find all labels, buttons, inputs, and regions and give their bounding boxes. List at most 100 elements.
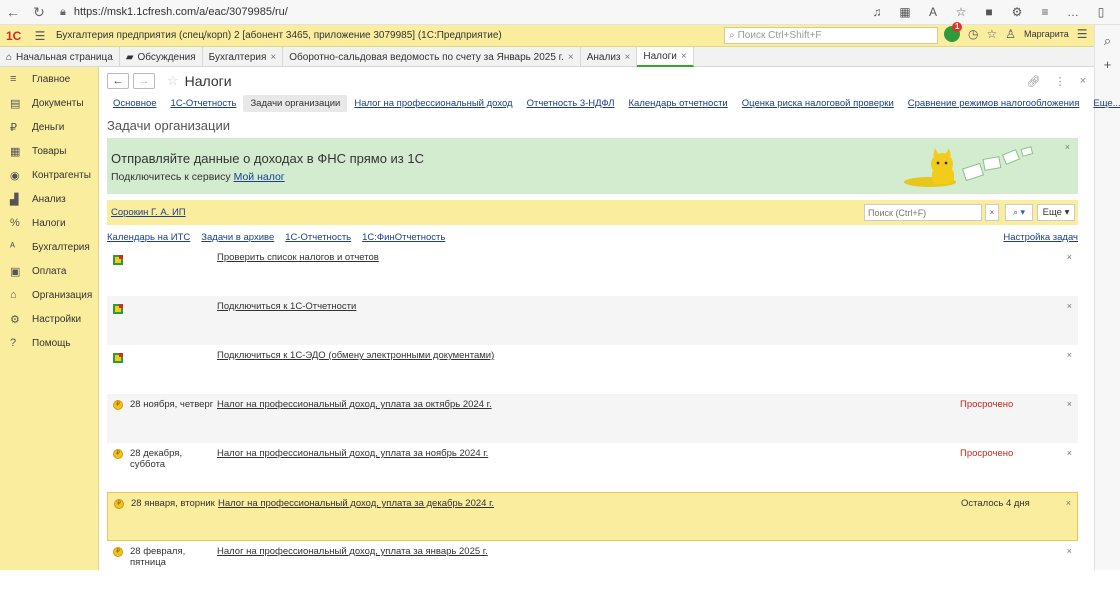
task-search-input[interactable] <box>864 204 982 221</box>
coin-icon: ₽ <box>113 547 123 557</box>
search-button[interactable]: ⌕ ▾ <box>1005 204 1033 221</box>
sidebar-item-goods[interactable]: ▦ Товары <box>0 139 98 163</box>
grid-icon[interactable]: ▦ <box>894 5 916 19</box>
close-icon[interactable]: × <box>568 52 574 63</box>
close-icon[interactable]: × <box>1066 498 1071 508</box>
task-link[interactable]: Налог на профессиональный доход, уплата … <box>217 399 492 410</box>
sidebar-item-payment[interactable]: ▣ Оплата <box>0 259 98 283</box>
page-title: Налоги <box>184 73 232 89</box>
subnav-org-tasks[interactable]: Задачи организации <box>243 95 348 112</box>
close-icon[interactable]: × <box>1067 448 1072 458</box>
sidebar-item-label: Оплата <box>32 265 67 277</box>
more-icon[interactable]: … <box>1062 5 1084 19</box>
user-icon[interactable]: ♙ <box>1005 27 1016 41</box>
tab-taxes[interactable]: Налоги × <box>637 47 694 67</box>
puzzle-icon[interactable]: ⚙ <box>1006 5 1028 19</box>
quick-links: Календарь на ИТС Задачи в архиве 1С-Отче… <box>107 232 1078 243</box>
task-link[interactable]: Налог на профессиональный доход, уплата … <box>217 546 488 557</box>
tab-home[interactable]: ⌂ Начальная страница <box>0 47 120 67</box>
subnav-calendar[interactable]: Календарь отчетности <box>622 95 735 112</box>
plus-icon[interactable]: + <box>1095 57 1120 72</box>
sidebar-toggle-icon[interactable]: ▯ <box>1090 5 1112 19</box>
forward-button[interactable]: → <box>133 73 155 89</box>
read-aloud-icon[interactable]: A <box>922 5 944 19</box>
task-link[interactable]: Проверить список налогов и отчетов <box>217 252 379 263</box>
task-link[interactable]: Налог на профессиональный доход, уплата … <box>218 498 494 509</box>
close-icon[interactable]: × <box>1067 301 1072 311</box>
tab-discussions[interactable]: ▰ Обсуждения <box>120 47 203 67</box>
global-search-input[interactable]: ⌕ Поиск Ctrl+Shift+F <box>724 27 938 44</box>
subnav-compare-regimes[interactable]: Сравнение режимов налогообложения <box>901 95 1087 112</box>
sidebar-item-accounting[interactable]: ᴬ Бухгалтерия <box>0 235 98 259</box>
close-icon[interactable]: × <box>1067 546 1072 556</box>
close-icon[interactable]: × <box>625 52 631 63</box>
clear-search-button[interactable]: × <box>985 204 999 221</box>
calendar-its-link[interactable]: Календарь на ИТС <box>107 232 190 243</box>
more-vertical-icon[interactable]: ⋮ <box>1055 75 1066 88</box>
favorite-star-icon[interactable]: ☆ <box>167 73 179 89</box>
favorite-icon[interactable]: ☆ <box>950 5 972 19</box>
reload-icon[interactable]: ↻ <box>26 4 52 21</box>
more-actions-button[interactable]: Еще ▾ <box>1037 204 1075 221</box>
tab-accounting[interactable]: Бухгалтерия × <box>203 47 284 67</box>
tab-label: Оборотно-сальдовая ведомость по счету за… <box>289 51 564 63</box>
app-title: Бухгалтерия предприятия (спец/корп) 2 [а… <box>56 30 502 41</box>
subnav-more[interactable]: Еще... ▾ <box>1086 95 1120 112</box>
notification-count: 1 <box>952 22 963 32</box>
archive-tasks-link[interactable]: Задачи в архиве <box>201 232 274 243</box>
tab-analysis[interactable]: Анализ × <box>581 47 638 67</box>
history-icon[interactable]: ◷ <box>968 27 978 41</box>
back-icon[interactable]: ← <box>0 4 26 20</box>
task-settings-link[interactable]: Настройка задач <box>1003 232 1078 243</box>
bell-icon[interactable]: ♫ <box>866 5 888 19</box>
close-icon[interactable]: × <box>1067 399 1072 409</box>
subnav-risk[interactable]: Оценка риска налоговой проверки <box>735 95 901 112</box>
task-link[interactable]: Подключиться к 1С-Отчетности <box>217 301 356 312</box>
sidebar-item-label: Главное <box>32 73 71 85</box>
sidebar-item-settings[interactable]: ⚙ Настройки <box>0 307 98 331</box>
reporting-link[interactable]: 1С-Отчетность <box>285 232 351 243</box>
fin-reporting-link[interactable]: 1С:ФинОтчетность <box>362 232 445 243</box>
search-icon[interactable]: ⌕ <box>1095 33 1120 49</box>
sidebar-item-analysis[interactable]: ▟ Анализ <box>0 187 98 211</box>
sidebar-item-main[interactable]: ≡ Главное <box>0 67 98 91</box>
address-bar[interactable]: 🔒︎ https://msk1.1cfresh.com/a/eac/307998… <box>58 3 838 22</box>
percent-icon: % <box>10 217 20 229</box>
close-icon[interactable]: × <box>270 52 276 63</box>
banner-close-icon[interactable]: × <box>1065 142 1070 152</box>
favorites-icon[interactable]: ☆ <box>986 27 997 41</box>
close-icon[interactable]: × <box>1080 75 1086 88</box>
link-icon[interactable]: 🔗︎ <box>1027 75 1041 88</box>
hamburger-icon[interactable]: ☰ <box>30 29 50 43</box>
banner-heading: Отправляйте данные о доходах в ФНС прямо… <box>111 151 424 166</box>
sidebar-item-organization[interactable]: ⌂ Организация <box>0 283 98 307</box>
organization-link[interactable]: Сорокин Г. А. ИП <box>111 207 186 218</box>
sidebar-item-money[interactable]: ₽ Деньги <box>0 115 98 139</box>
collections-icon[interactable]: ≡ <box>1034 5 1056 19</box>
task-link[interactable]: Подключиться к 1С-ЭДО (обмену электронны… <box>217 350 494 361</box>
settings-menu-icon[interactable]: ☰ <box>1077 27 1088 41</box>
sidebar-item-label: Налоги <box>32 217 66 229</box>
sidebar-item-documents[interactable]: ▤ Документы <box>0 91 98 115</box>
extension-icon[interactable]: ■ <box>978 5 1000 19</box>
user-name[interactable]: Маргарита <box>1024 29 1069 39</box>
subnav-3ndfl[interactable]: Отчетность 3-НДФЛ <box>520 95 622 112</box>
sidebar-item-taxes[interactable]: % Налоги <box>0 211 98 235</box>
task-date: 28 января, вторник <box>131 498 215 509</box>
close-icon[interactable]: × <box>1067 252 1072 262</box>
subnav-main[interactable]: Основное <box>106 95 164 112</box>
close-icon[interactable]: × <box>681 51 687 62</box>
task-date: 28 декабря, суббота <box>130 448 183 470</box>
subnav-1c-reporting[interactable]: 1С-Отчетность <box>164 95 244 112</box>
tab-turnover-sheet[interactable]: Оборотно-сальдовая ведомость по счету за… <box>283 47 581 67</box>
notification-icon[interactable]: 1 <box>944 22 963 42</box>
coin-icon: ₽ <box>113 400 123 410</box>
sidebar-item-contractors[interactable]: ◉ Контрагенты <box>0 163 98 187</box>
task-link[interactable]: Налог на профессиональный доход, уплата … <box>217 448 488 459</box>
subnav-npd[interactable]: Налог на профессиональный доход <box>347 95 519 112</box>
banner-link[interactable]: Мой налог <box>234 171 285 183</box>
back-button[interactable]: ← <box>107 73 129 89</box>
sidebar-item-help[interactable]: ? Помощь <box>0 331 98 355</box>
sidebar-item-label: Контрагенты <box>32 169 91 181</box>
close-icon[interactable]: × <box>1067 350 1072 360</box>
